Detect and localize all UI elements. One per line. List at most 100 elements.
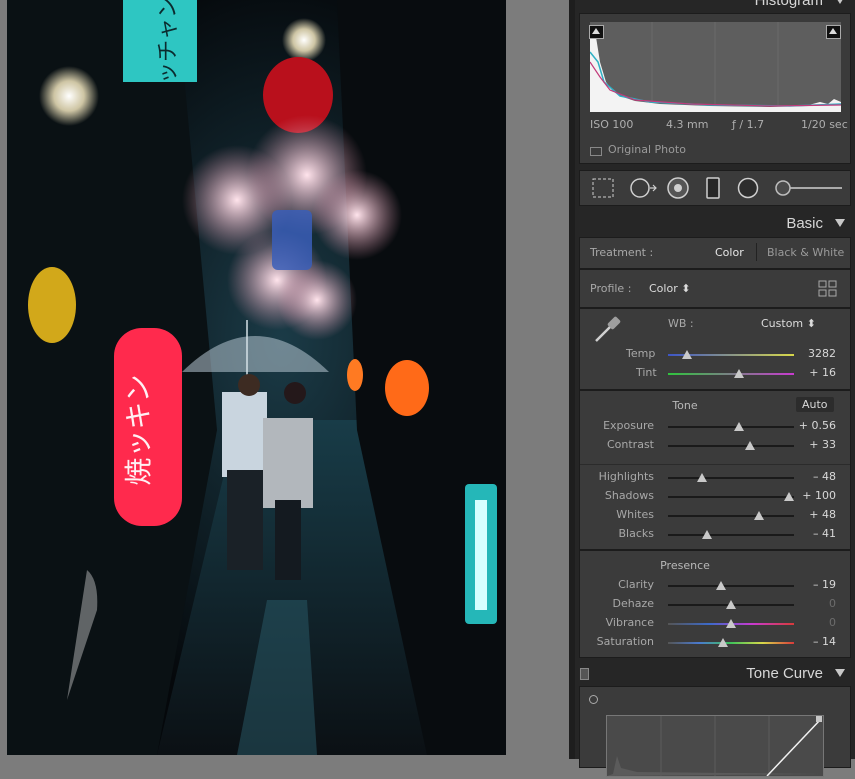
tone-curve-line — [607, 716, 823, 777]
round-yellow-sign — [28, 267, 76, 343]
histogram-graph[interactable] — [589, 22, 842, 112]
crop-overlay-icon[interactable] — [592, 178, 614, 198]
graduated-filter-icon[interactable] — [706, 177, 720, 199]
treatment-color-button[interactable]: Color — [715, 246, 744, 259]
blacks-slider[interactable] — [668, 530, 794, 539]
basic-title: Basic — [786, 215, 823, 232]
tint-label: Tint — [636, 366, 657, 379]
wb-label: WB : — [668, 317, 694, 330]
exposure-value[interactable]: + 0.56 — [792, 419, 836, 432]
street-lamp — [39, 66, 99, 126]
photo-preview[interactable]: ッチャン 焼ッキン — [7, 0, 506, 755]
tint-value[interactable]: + 16 — [792, 366, 836, 379]
highlights-thumb[interactable] — [697, 473, 708, 482]
collapse-triangle-icon[interactable] — [835, 0, 845, 4]
vibrance-thumb[interactable] — [726, 619, 736, 628]
contrast-slider[interactable] — [668, 441, 794, 450]
targeted-adjustment-icon[interactable] — [589, 695, 598, 704]
exposure-thumb[interactable] — [733, 422, 744, 431]
dehaze-label: Dehaze — [612, 597, 655, 610]
tone-section: Tone Auto Exposure + 0.56 Contrast + 33 … — [579, 390, 851, 550]
collapse-triangle-icon[interactable] — [835, 219, 845, 227]
tint-thumb[interactable] — [733, 369, 744, 378]
temp-thumb[interactable] — [681, 350, 692, 359]
adjustment-brush-icon[interactable] — [775, 180, 842, 196]
original-photo-label: Original Photo — [608, 143, 686, 156]
clarity-label: Clarity — [618, 578, 654, 591]
tone-curve-graph[interactable] — [606, 715, 824, 777]
vibrance-value[interactable]: 0 — [792, 616, 836, 629]
temp-label: Temp — [626, 347, 656, 360]
original-photo-checkbox[interactable] — [590, 147, 602, 156]
clarity-thumb[interactable] — [715, 581, 726, 590]
contrast-value[interactable]: + 33 — [792, 438, 836, 451]
exposure-label: Exposure — [603, 419, 654, 432]
shadow-clipping-toggle[interactable] — [589, 25, 604, 39]
dehaze-slider[interactable] — [668, 600, 794, 609]
white-balance-section: WB : Custom ⬍ Temp 3282 Tint + 16 — [579, 308, 851, 390]
tone-auto-button[interactable]: Auto — [796, 397, 834, 412]
treatment-row: Treatment : Color Black & White — [579, 237, 851, 269]
histogram-title: Histogram — [754, 0, 823, 9]
treatment-bw-button[interactable]: Black & White — [767, 246, 844, 259]
highlights-label: Highlights — [598, 470, 654, 483]
saturation-value[interactable]: – 14 — [792, 635, 836, 648]
histogram-header[interactable]: Histogram — [575, 0, 855, 14]
presence-section: Presence Clarity – 19 Dehaze 0 Vibrance … — [579, 550, 851, 658]
treatment-label: Treatment : — [590, 246, 654, 259]
tone-label: Tone — [672, 399, 698, 412]
eyedropper-icon[interactable] — [590, 313, 624, 350]
svg-text:焼ッキン: 焼ッキン — [122, 374, 155, 485]
tool-strip — [579, 170, 851, 206]
exif-aperture: ƒ / 1.7 — [732, 118, 765, 131]
blacks-label: Blacks — [618, 527, 655, 540]
exif-iso: ISO 100 — [590, 118, 634, 131]
radial-filter-icon[interactable] — [737, 177, 759, 199]
highlights-slider[interactable] — [668, 473, 794, 482]
treatment-separator — [756, 243, 757, 261]
wb-dropdown[interactable]: Custom ⬍ — [761, 317, 816, 330]
tint-slider[interactable] — [668, 369, 794, 378]
saturation-slider[interactable] — [668, 638, 794, 647]
tone-divider — [580, 464, 850, 465]
shadows-value[interactable]: + 100 — [792, 489, 836, 502]
highlights-value[interactable]: – 48 — [792, 470, 836, 483]
contrast-thumb[interactable] — [744, 441, 755, 450]
tone-curve-header[interactable]: Tone Curve — [575, 661, 855, 687]
clarity-value[interactable]: – 19 — [792, 578, 836, 591]
blacks-value[interactable]: – 41 — [792, 527, 836, 540]
temp-slider[interactable] — [668, 350, 794, 359]
tone-curve-panel — [579, 686, 851, 777]
clarity-slider[interactable] — [668, 581, 794, 590]
highlight-clipping-toggle[interactable] — [826, 25, 841, 39]
histogram-panel: ISO 100 4.3 mm ƒ / 1.7 1/20 sec Original… — [579, 13, 851, 164]
saturation-thumb[interactable] — [718, 638, 729, 647]
profile-row: Profile : Color ⬍ — [579, 269, 851, 308]
whites-thumb[interactable] — [753, 511, 764, 520]
panel-switch-icon[interactable] — [580, 668, 589, 680]
vibrance-label: Vibrance — [605, 616, 654, 629]
histogram-curve — [589, 22, 842, 112]
profile-label: Profile : — [590, 282, 632, 295]
whites-slider[interactable] — [668, 511, 794, 520]
whites-value[interactable]: + 48 — [792, 508, 836, 521]
exif-shutter: 1/20 sec — [801, 118, 848, 131]
vibrance-slider[interactable] — [668, 619, 794, 628]
temp-value[interactable]: 3282 — [792, 347, 836, 360]
shadows-slider[interactable] — [668, 492, 794, 501]
exposure-slider[interactable] — [668, 422, 794, 431]
develop-right-panel: Histogram ISO 100 4.3 mm ƒ / 1.7 1/20 se… — [575, 0, 855, 777]
profile-browser-grid-icon[interactable] — [818, 280, 838, 301]
profile-dropdown[interactable]: Color ⬍ — [649, 282, 690, 295]
basic-header[interactable]: Basic — [575, 211, 855, 237]
spot-removal-icon[interactable] — [630, 178, 657, 198]
dehaze-thumb[interactable] — [726, 600, 736, 609]
svg-text:ッチャン: ッチャン — [156, 0, 181, 84]
blacks-thumb[interactable] — [702, 530, 713, 539]
red-eye-correction-icon[interactable] — [667, 177, 689, 199]
dehaze-value[interactable]: 0 — [792, 597, 836, 610]
shadows-label: Shadows — [604, 489, 654, 502]
whites-label: Whites — [616, 508, 654, 521]
night-alley-photo: ッチャン 焼ッキン — [7, 0, 506, 755]
collapse-triangle-icon[interactable] — [835, 669, 845, 677]
